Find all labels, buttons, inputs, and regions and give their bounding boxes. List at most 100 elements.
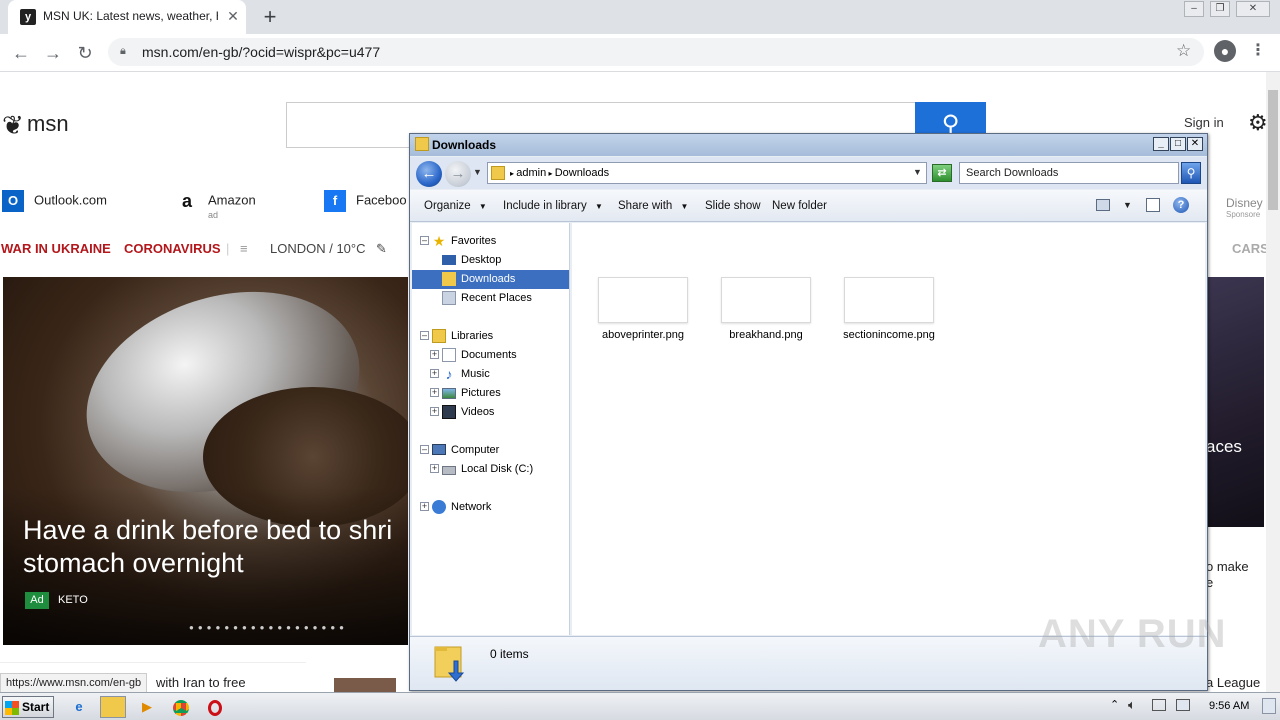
expand-icon[interactable]: + — [420, 502, 429, 511]
chrome-icon[interactable] — [168, 696, 194, 718]
breadcrumb-item[interactable]: admin — [516, 167, 546, 179]
bottom-thumbnail[interactable] — [334, 678, 396, 692]
nav-war-in-ukraine[interactable]: WAR IN UKRAINE — [1, 241, 111, 256]
volume-icon[interactable]: 🔈︎ — [1128, 697, 1136, 713]
recent-places-icon — [442, 291, 456, 305]
quick-link-amazon[interactable]: a Amazon ad — [176, 190, 256, 220]
breadcrumb-item[interactable]: Downloads — [555, 167, 609, 179]
new-folder-button[interactable]: New folder — [772, 200, 827, 212]
msn-logo[interactable]: msn — [27, 111, 69, 137]
chevron-down-icon[interactable]: ▼ — [1123, 200, 1132, 210]
file-item[interactable]: sectionincome.png — [834, 277, 940, 349]
explorer-address-box[interactable]: ▸ admin ▸ Downloads ▼ — [487, 162, 927, 184]
bookmark-star-icon[interactable]: ☆ — [1176, 41, 1191, 61]
hero-card[interactable]: Have a drink before bed to shri stomach … — [3, 277, 408, 645]
refresh-icon[interactable]: ⇄ — [932, 164, 952, 182]
explorer-command-bar: Organize ▼ Include in library ▼ Share wi… — [410, 190, 1207, 222]
expand-icon[interactable]: + — [430, 369, 439, 378]
taskbar-clock[interactable]: 9:56 AM — [1209, 700, 1249, 712]
explorer-maximize-button[interactable]: □ — [1170, 137, 1186, 151]
tree-item-libraries[interactable]: – Libraries — [412, 327, 569, 346]
show-desktop-button[interactable] — [1262, 698, 1276, 714]
tree-item-downloads[interactable]: Downloads — [412, 270, 569, 289]
quick-link-facebook[interactable]: f Faceboo — [324, 190, 407, 218]
expand-icon[interactable]: + — [430, 350, 439, 359]
sign-in-link[interactable]: Sign in — [1184, 115, 1224, 130]
explorer-close-button[interactable]: ✕ — [1187, 137, 1203, 151]
show-hidden-icons-icon[interactable]: ⌃ — [1110, 698, 1119, 711]
right-caption[interactable]: o make — [1206, 559, 1249, 574]
tree-item-desktop[interactable]: Desktop — [412, 251, 569, 270]
forward-arrow-icon[interactable]: → — [445, 161, 471, 187]
minimize-window-button[interactable]: – — [1184, 1, 1204, 17]
nav-cars[interactable]: CARS — [1232, 241, 1266, 256]
tree-item-recent-places[interactable]: Recent Places — [412, 289, 569, 308]
tree-item-music[interactable]: + ♪ Music — [412, 365, 569, 384]
file-item[interactable]: aboveprinter.png — [588, 277, 694, 349]
include-in-library-menu[interactable]: Include in library ▼ — [503, 200, 603, 212]
url-text[interactable]: msn.com/en-gb/?ocid=wispr&pc=u477 — [142, 44, 380, 60]
action-center-icon[interactable] — [1176, 699, 1190, 711]
forward-arrow-icon[interactable]: → — [40, 40, 66, 66]
tree-item-computer[interactable]: – Computer — [412, 441, 569, 460]
expand-icon[interactable]: + — [430, 388, 439, 397]
tree-item-pictures[interactable]: + Pictures — [412, 384, 569, 403]
disney-link[interactable]: Disney — [1226, 196, 1263, 210]
account-icon[interactable]: ● — [1214, 40, 1236, 62]
msn-butterfly-icon[interactable]: ❦ — [2, 110, 24, 141]
back-arrow-icon[interactable]: ← — [416, 161, 442, 187]
new-tab-button[interactable]: + — [258, 5, 282, 29]
tree-item-videos[interactable]: + Videos — [412, 403, 569, 422]
file-list-pane[interactable]: aboveprinter.png breakhand.png sectionin… — [572, 223, 1205, 635]
file-item[interactable]: breakhand.png — [711, 277, 817, 349]
collapse-icon[interactable]: – — [420, 236, 429, 245]
tree-item-local-disk[interactable]: + Local Disk (C:) — [412, 460, 569, 479]
right-hero-image[interactable] — [1206, 277, 1264, 527]
start-button[interactable]: Start — [2, 696, 54, 718]
preview-pane-icon[interactable] — [1146, 198, 1160, 212]
search-icon[interactable]: ⚲ — [1181, 162, 1201, 184]
organize-menu[interactable]: Organize ▼ — [424, 200, 487, 212]
internet-explorer-icon[interactable]: e — [66, 696, 92, 718]
right-hero-title[interactable]: aces — [1206, 437, 1242, 457]
league-headline[interactable]: a League — [1206, 675, 1260, 690]
reload-icon[interactable]: ↻ — [72, 40, 98, 66]
expand-icon[interactable]: + — [430, 407, 439, 416]
collapse-icon[interactable]: – — [420, 445, 429, 454]
media-player-icon[interactable]: ▶ — [134, 696, 160, 718]
scrollbar-thumb[interactable] — [1268, 90, 1278, 210]
network-tray-icon[interactable] — [1152, 699, 1166, 711]
expand-icon[interactable]: + — [430, 464, 439, 473]
tab-close-icon[interactable]: ✕ — [224, 7, 242, 25]
hero-title[interactable]: Have a drink before bed to shri stomach … — [23, 514, 408, 580]
recent-pages-dropdown-icon[interactable]: ▼ — [473, 167, 482, 177]
tree-item-documents[interactable]: + Documents — [412, 346, 569, 365]
tree-item-network[interactable]: + Network — [412, 498, 569, 517]
change-view-icon[interactable] — [1096, 199, 1110, 211]
back-arrow-icon[interactable]: ← — [8, 40, 34, 66]
browser-tab[interactable]: y MSN UK: Latest news, weather, Hot ✕ — [8, 0, 246, 34]
slide-show-button[interactable]: Slide show — [705, 200, 761, 212]
kebab-menu-icon[interactable]: ⋮ — [1250, 40, 1266, 62]
edit-pencil-icon[interactable]: ✎ — [376, 241, 387, 257]
nav-coronavirus[interactable]: CORONAVIRUS — [124, 241, 221, 256]
gear-icon[interactable]: ⚙ — [1248, 110, 1266, 136]
explorer-minimize-button[interactable]: _ — [1153, 137, 1169, 151]
address-bar[interactable]: 🔒︎ msn.com/en-gb/?ocid=wispr&pc=u477 ☆ — [108, 38, 1204, 66]
restore-window-button[interactable]: ❐ — [1210, 1, 1230, 17]
nav-weather[interactable]: LONDON / 10°C — [270, 241, 366, 256]
carousel-dots[interactable]: ●●●●●●●●●●●●●●●●●● — [189, 623, 348, 632]
tree-item-favorites[interactable]: – ★ Favorites — [412, 232, 569, 251]
bottom-headline[interactable]: with Iran to free — [156, 675, 246, 690]
page-scrollbar[interactable] — [1266, 72, 1280, 692]
explorer-titlebar[interactable]: Downloads _ □ ✕ — [410, 134, 1207, 156]
address-dropdown-icon[interactable]: ▼ — [913, 167, 922, 177]
share-with-menu[interactable]: Share with ▼ — [618, 200, 688, 212]
close-window-button[interactable]: ✕ — [1236, 1, 1270, 17]
help-icon[interactable]: ? — [1173, 197, 1189, 213]
file-explorer-icon[interactable] — [100, 696, 126, 718]
collapse-icon[interactable]: – — [420, 331, 429, 340]
opera-icon[interactable] — [202, 696, 228, 718]
quick-link-outlook[interactable]: O Outlook.com — [2, 190, 107, 218]
explorer-search-input[interactable]: Search Downloads — [959, 162, 1179, 184]
